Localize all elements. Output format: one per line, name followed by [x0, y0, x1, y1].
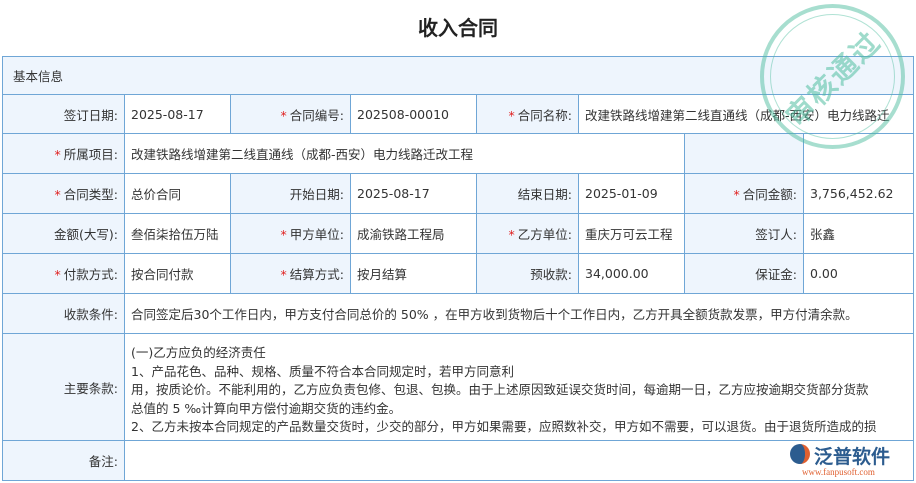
remark-label: 备注: — [2, 440, 125, 481]
terms-label: 收款条件: — [2, 293, 125, 334]
start-date-value[interactable]: 2025-08-17 — [350, 173, 477, 214]
project-label: * 所属项目: — [2, 133, 125, 174]
contract-no-label: * 合同编号: — [230, 94, 351, 134]
contract-name-label: * 合同名称: — [476, 94, 579, 134]
terms-value[interactable]: 合同签定后30个工作日内，甲方支付合同总价的 50% ，在甲方收到货物后十个工作… — [124, 293, 914, 334]
main-terms-line: 用，按质论价。不能利用的，乙方应负责包修、包退、包换。由于上述原因致延误交货时间… — [131, 382, 869, 397]
end-date-label: 结束日期: — [476, 173, 579, 214]
project-value[interactable]: 改建铁路线增建第二线直通线（成都-西安）电力线路迁改工程 — [124, 133, 685, 174]
party-a-value[interactable]: 成渝铁路工程局 — [350, 213, 477, 254]
settle-method-value[interactable]: 按月结算 — [350, 253, 477, 294]
deposit-value[interactable]: 0.00 — [803, 253, 914, 294]
main-terms-label: 主要条款: — [2, 333, 125, 441]
advance-value[interactable]: 34,000.00 — [578, 253, 685, 294]
end-date-value[interactable]: 2025-01-09 — [578, 173, 685, 214]
pay-method-value[interactable]: 按合同付款 — [124, 253, 231, 294]
sign-date-value[interactable]: 2025-08-17 — [124, 94, 231, 134]
logo-icon — [790, 444, 810, 464]
settle-method-label: * 结算方式: — [230, 253, 351, 294]
contract-form: 基本信息 签订日期: 2025-08-17 * 合同编号: 202508-0001… — [2, 56, 914, 481]
main-terms-line: 总值的 5 ‰计算向甲方偿付逾期交货的违约金。 — [131, 400, 402, 416]
main-terms-line: (一)乙方应负的经济责任 — [131, 345, 266, 360]
contract-no-value[interactable]: 202508-00010 — [350, 94, 477, 134]
party-a-label: * 甲方单位: — [230, 213, 351, 254]
empty-value — [803, 133, 914, 174]
deposit-label: 保证金: — [684, 253, 804, 294]
empty-label — [684, 133, 804, 174]
main-terms-line: 2、乙方未按本合同规定的产品数量交货时，少交的部分，甲方如果需要，应照数补交，甲… — [131, 419, 877, 434]
signer-value[interactable]: 张鑫 — [803, 213, 914, 254]
party-b-label: * 乙方单位: — [476, 213, 579, 254]
logo-name: 泛普软件 — [814, 446, 891, 468]
main-terms-value[interactable]: (一)乙方应负的经济责任 1、产品花色、品种、规格、质量不符合本合同规定时，若甲… — [124, 333, 914, 441]
logo-url: www.fanpusoft.com — [802, 467, 875, 477]
amount-upper-label: 金额(大写): — [2, 213, 125, 254]
type-label: * 合同类型: — [2, 173, 125, 214]
contract-name-value[interactable]: 改建铁路线增建第二线直通线（成都-西安）电力线路迁 — [578, 94, 914, 134]
section-header: 基本信息 — [2, 56, 914, 95]
main-terms-line: 1、产品花色、品种、规格、质量不符合本合同规定时，若甲方同意利 — [131, 363, 514, 379]
pay-method-label: * 付款方式: — [2, 253, 125, 294]
start-date-label: 开始日期: — [230, 173, 351, 214]
party-b-value[interactable]: 重庆万可云工程 — [578, 213, 685, 254]
amount-value[interactable]: 3,756,452.62 — [803, 173, 914, 214]
sign-date-label: 签订日期: — [2, 94, 125, 134]
page-title: 收入合同 — [418, 16, 498, 40]
advance-label: 预收款: — [476, 253, 579, 294]
type-value[interactable]: 总价合同 — [124, 173, 231, 214]
amount-label: * 合同金额: — [684, 173, 804, 214]
amount-upper-value[interactable]: 叁佰柒拾伍万陆 — [124, 213, 231, 254]
signer-label: 签订人: — [684, 213, 804, 254]
fanpu-logo: 泛普软件 www.fanpusoft.com — [790, 442, 912, 482]
